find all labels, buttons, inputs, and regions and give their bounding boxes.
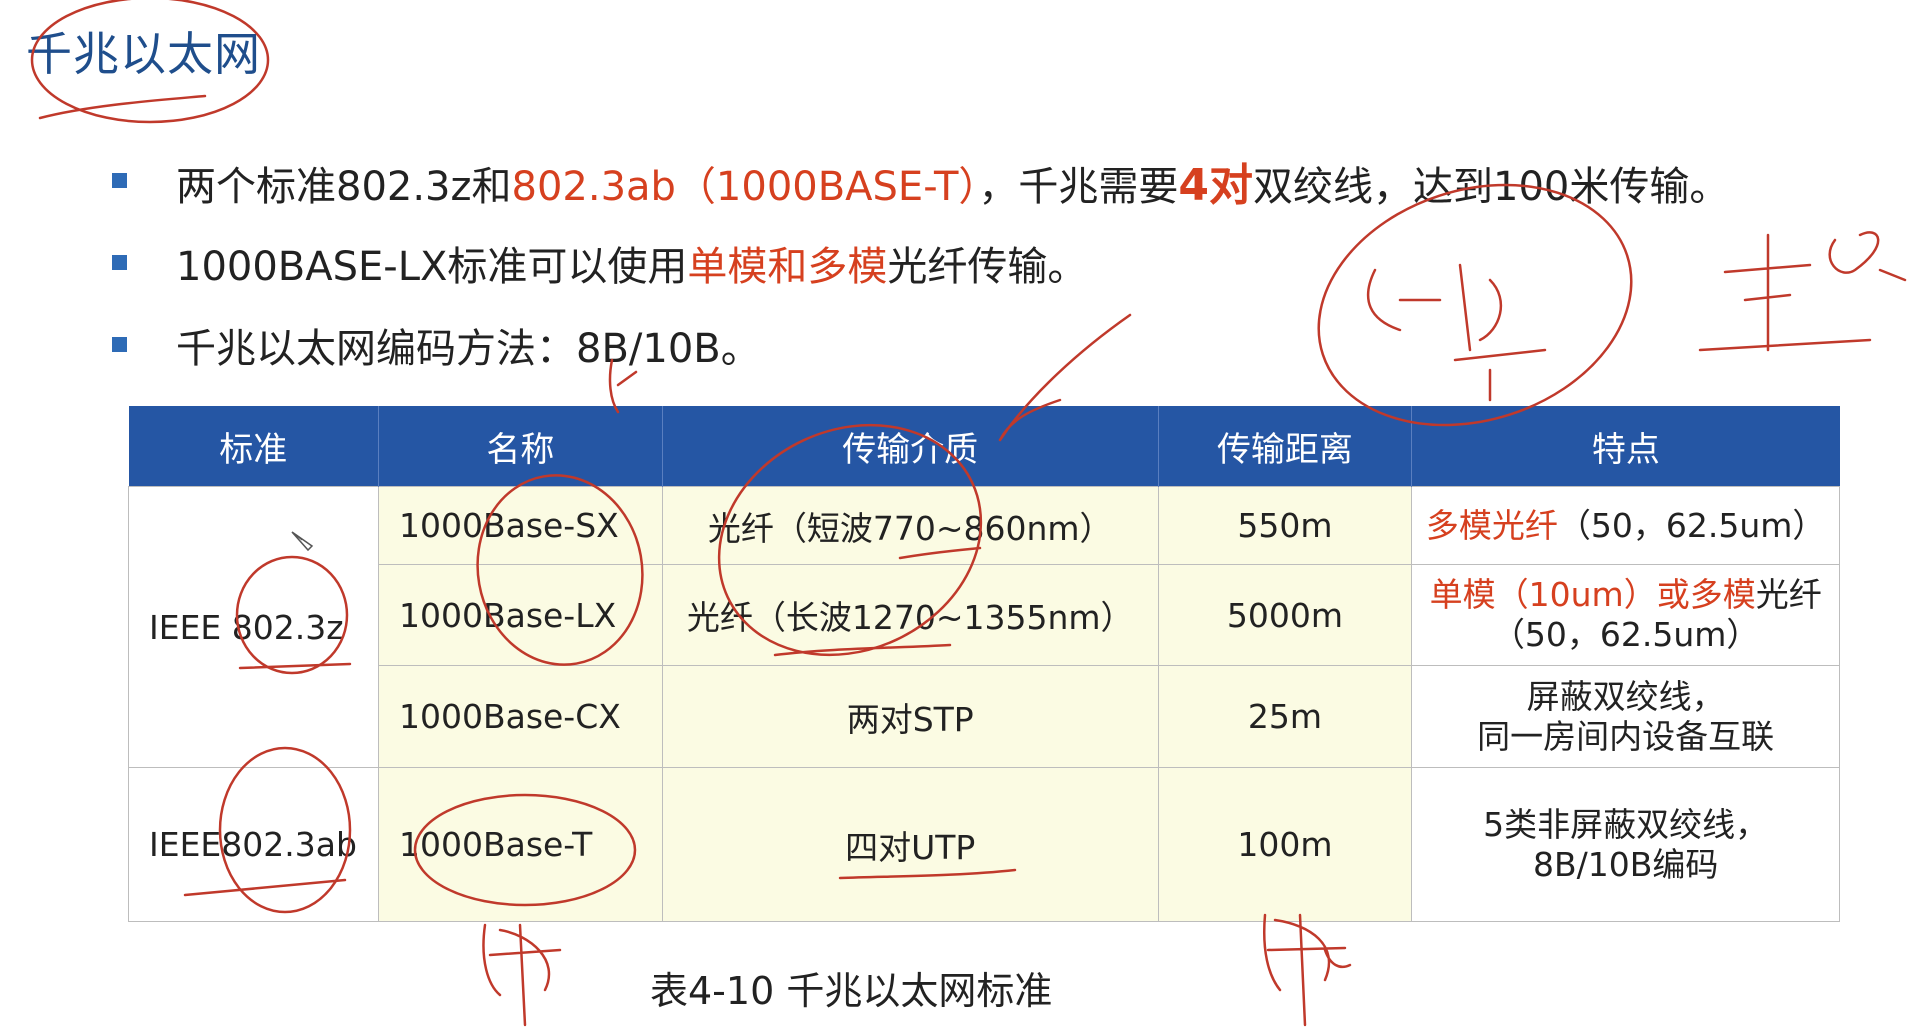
feature-cell: 多模光纤（50，62.5um） bbox=[1411, 486, 1840, 565]
bullet-square-icon bbox=[112, 255, 127, 270]
table-caption: 表4-10 千兆以太网标准 bbox=[650, 969, 1053, 1013]
distance-cell: 550m bbox=[1157, 486, 1413, 565]
bullet-highlight: 4对 bbox=[1178, 160, 1254, 211]
note-gigabit bbox=[1698, 231, 1907, 352]
page-title: 千兆以太网 bbox=[26, 27, 261, 81]
bullet-item: 1000BASE-LX标准可以使用单模和多模光纤传输。 bbox=[112, 222, 1672, 304]
table-row: IEEE802.3ab 1000Base-T 四对UTP 100m 5类非屏蔽双… bbox=[128, 767, 1840, 922]
bullet-item: 两个标准802.3z和802.3ab（1000BASE-T），千兆需要4对双绞线… bbox=[112, 140, 1729, 222]
bullet-text: 千兆以太网编码方法：8B/10B。 bbox=[176, 326, 761, 372]
table-row: 1000Base-CX 两对STP 25m 屏蔽双绞线， 同一房间内设备互联 bbox=[129, 665, 1840, 768]
bullet-square-icon bbox=[112, 337, 127, 352]
pen-cursor-icon bbox=[291, 531, 314, 552]
medium-cell: 四对UTP bbox=[661, 767, 1159, 922]
header-standard: 标准 bbox=[128, 406, 379, 487]
distance-cell: 25m bbox=[1157, 665, 1413, 768]
header-medium: 传输介质 bbox=[661, 406, 1159, 487]
bullet-text: 双绞线，达到100米传输。 bbox=[1253, 164, 1730, 210]
bullet-text: 两个标准802.3z和 bbox=[176, 164, 512, 210]
table-row: IEEE 802.3z 1000Base-SX 光纤（短波770~860nm） … bbox=[128, 486, 1840, 768]
header-feature: 特点 bbox=[1411, 406, 1840, 487]
title-underline bbox=[38, 94, 207, 120]
medium-cell: 两对STP bbox=[661, 665, 1159, 768]
glyph-jia-1 bbox=[482, 923, 562, 1027]
bullet-text: 光纤传输。 bbox=[887, 244, 1088, 290]
header-distance: 传输距离 bbox=[1157, 406, 1412, 487]
feature-cell: 屏蔽双绞线， 同一房间内设备互联 bbox=[1411, 665, 1840, 768]
feature-cell: 单模（10um）或多模光纤 （50，62.5um） bbox=[1411, 564, 1840, 666]
table-row: 1000Base-LX 光纤（长波1270~1355nm） 5000m 单模（1… bbox=[129, 564, 1840, 666]
bullet-text: ，千兆需要 bbox=[978, 164, 1179, 210]
bullet-list: 两个标准802.3z和802.3ab（1000BASE-T），千兆需要4对双绞线… bbox=[112, 140, 1729, 386]
bullet-square-icon bbox=[112, 173, 127, 188]
name-cell: 1000Base-CX bbox=[377, 665, 663, 768]
bullet-text: 1000BASE-LX标准可以使用 bbox=[176, 244, 688, 290]
distance-cell: 5000m bbox=[1157, 564, 1413, 666]
name-cell: 1000Base-SX bbox=[377, 486, 663, 565]
bullet-item: 千兆以太网编码方法：8B/10B。 bbox=[112, 304, 1672, 386]
table-header-row: 标准 名称 传输介质 传输距离 特点 bbox=[128, 406, 1840, 487]
gigabit-standards-table: 标准 名称 传输介质 传输距离 特点 IEEE 802.3z 1000Base-… bbox=[128, 406, 1840, 922]
medium-cell: 光纤（短波770~860nm） bbox=[661, 486, 1159, 565]
bullet-highlight: 单模和多模 bbox=[687, 244, 888, 290]
name-cell: 1000Base-LX bbox=[377, 564, 663, 666]
standard-cell: IEEE802.3ab bbox=[128, 767, 379, 922]
feature-cell: 5类非屏蔽双绞线， 8B/10B编码 bbox=[1411, 767, 1840, 922]
standard-cell: IEEE 802.3z bbox=[128, 486, 379, 768]
bullet-highlight: 802.3ab（1000BASE-T） bbox=[511, 164, 979, 210]
glyph-jia-2 bbox=[1263, 913, 1352, 1027]
medium-cell: 光纤（长波1270~1355nm） bbox=[661, 564, 1159, 666]
distance-cell: 100m bbox=[1157, 767, 1413, 922]
name-cell: 1000Base-T bbox=[377, 767, 663, 922]
header-name: 名称 bbox=[377, 406, 663, 487]
